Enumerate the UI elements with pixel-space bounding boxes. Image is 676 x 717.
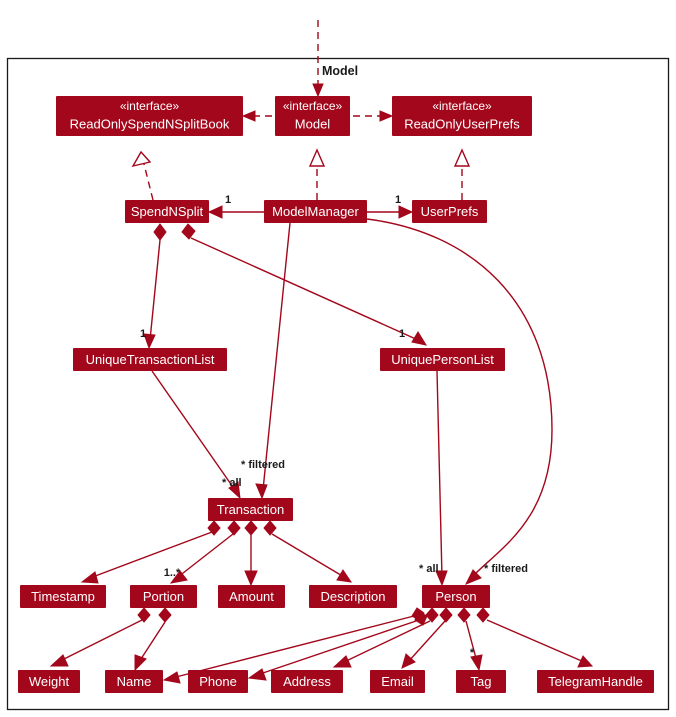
role-label-person-filtered: * filtered: [484, 563, 528, 575]
class-name: Model: [295, 116, 331, 131]
class-uniquepersonlist[interactable]: UniquePersonList: [380, 348, 505, 371]
class-portion[interactable]: Portion: [130, 585, 197, 608]
edge-transaction-to-portion: [169, 520, 241, 584]
class-weight[interactable]: Weight: [18, 670, 80, 693]
class-name: TelegramHandle: [548, 674, 643, 689]
class-person[interactable]: Person: [422, 585, 490, 608]
package-title: Model: [322, 64, 358, 78]
multiplicity-label-spendnsplit-uniquetransactionlist: 1: [140, 328, 146, 340]
class-modelmanager[interactable]: ModelManager: [264, 200, 367, 223]
class-name: SpendNSplit: [131, 204, 204, 219]
class-name: UniqueTransactionList: [86, 352, 215, 367]
class-name: Tag: [471, 674, 492, 689]
edge-spendnsplit-realizes-readonlyspendnsplitbook: [131, 150, 154, 201]
class-telegramhandle[interactable]: TelegramHandle: [537, 670, 654, 693]
class-name: ReadOnlyUserPrefs: [404, 116, 520, 131]
class-uniquetransactionlist[interactable]: UniqueTransactionList: [73, 348, 227, 371]
edge-modelmanager-to-userprefs: [367, 205, 414, 219]
class-email[interactable]: Email: [370, 670, 425, 693]
class-name: Weight: [29, 674, 70, 689]
class-readonlyuserprefs[interactable]: «interface» ReadOnlyUserPrefs: [392, 96, 532, 136]
edge-transaction-to-amount: [244, 520, 258, 587]
edge-userprefs-realizes-readonlyuserprefs: [453, 148, 471, 200]
role-label-transaction-all: * all: [222, 477, 242, 489]
class-stereotype: «interface»: [283, 99, 343, 113]
class-name: Person: [435, 589, 476, 604]
multiplicity-label-transaction-portion: 1..*: [164, 567, 181, 579]
class-name: Amount: [229, 589, 274, 604]
class-name: Portion: [143, 589, 184, 604]
multiplicity-label-modelmanager-userprefs: 1: [395, 194, 401, 206]
edge-model-to-readonlyspendnsplitbook: [241, 110, 272, 122]
class-userprefs[interactable]: UserPrefs: [412, 200, 487, 223]
role-label-person-all: * all: [419, 563, 439, 575]
class-stereotype: «interface»: [120, 99, 180, 113]
edge-person-to-telegramhandle: [476, 607, 594, 668]
edge-modelmanager-to-transaction: [255, 222, 291, 500]
edge-modelmanager-realizes-model: [308, 148, 326, 200]
edge-transaction-to-timestamp: [80, 520, 221, 584]
class-model[interactable]: «interface» Model: [275, 96, 350, 136]
edge-uniquepersonlist-to-person: [435, 370, 448, 587]
class-description[interactable]: Description: [309, 585, 397, 608]
class-tag[interactable]: Tag: [456, 670, 506, 693]
uml-class-diagram: Model ReadOnlySpendNSplitBook (dependenc…: [0, 0, 676, 717]
class-stereotype: «interface»: [432, 99, 492, 113]
class-name: Timestamp: [31, 589, 95, 604]
class-spendnsplit[interactable]: SpendNSplit: [125, 200, 209, 223]
diagram-canvas: Model ReadOnlySpendNSplitBook (dependenc…: [6, 20, 670, 711]
class-name: Email: [381, 674, 414, 689]
package-frame: [6, 57, 670, 711]
class-name: Description: [320, 589, 385, 604]
multiplicity-label-person-tag: *: [470, 647, 475, 659]
class-amount[interactable]: Amount: [218, 585, 285, 608]
class-name: Phone: [199, 674, 237, 689]
class-name: Name: [117, 674, 152, 689]
class-readonlyspendnsplitbook[interactable]: «interface» ReadOnlySpendNSplitBook: [56, 96, 243, 136]
edge-model-to-readonlyuserprefs: [353, 110, 394, 122]
class-phone[interactable]: Phone: [188, 670, 248, 693]
class-name: Address: [283, 674, 331, 689]
role-label-transaction-filtered: * filtered: [241, 459, 285, 471]
edge-modelmanager-to-person: [366, 218, 553, 585]
edge-person-to-phone: [247, 611, 428, 681]
class-address[interactable]: Address: [271, 670, 343, 693]
class-name: UniquePersonList: [391, 352, 494, 367]
class-transaction[interactable]: Transaction: [208, 498, 293, 521]
class-name: ReadOnlySpendNSplitBook: [70, 116, 230, 131]
class-name: UserPrefs: [421, 204, 479, 219]
class-name: Transaction: [217, 502, 284, 517]
class-timestamp[interactable]: Timestamp: [20, 585, 106, 608]
multiplicity-label-spendnsplit-uniquepersonlist: 1: [399, 328, 405, 340]
class-name-box[interactable]: Name: [105, 670, 163, 693]
edge-transaction-to-description: [263, 520, 353, 583]
class-name: ModelManager: [272, 204, 359, 219]
multiplicity-label-modelmanager-spendnsplit: 1: [225, 194, 231, 206]
edge-modelmanager-to-spendnsplit: [207, 205, 264, 219]
edge-spendnsplit-to-uniquepersonlist: [181, 223, 428, 346]
edge-spendnsplit-to-uniquetransactionlist: [143, 223, 167, 350]
